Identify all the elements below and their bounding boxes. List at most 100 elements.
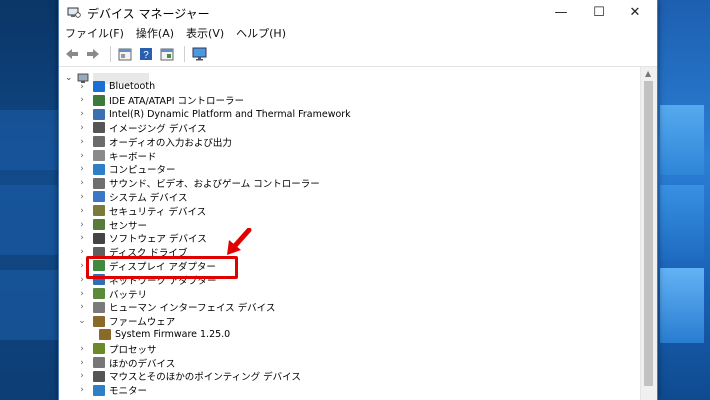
minimize-button[interactable]: — bbox=[543, 0, 579, 24]
title-bar[interactable]: デバイス マネージャー — ☐ ✕ bbox=[59, 0, 657, 24]
chevron-right-icon[interactable]: › bbox=[77, 385, 87, 395]
tree-item-label: プロセッサ bbox=[109, 344, 157, 356]
tree-item-label: Intel(R) Dynamic Platform and Thermal Fr… bbox=[109, 108, 351, 120]
tree-item-label: マウスとそのほかのポインティング デバイス bbox=[109, 372, 301, 384]
tree-category[interactable]: › ほかのデバイス bbox=[77, 356, 176, 370]
tree-category[interactable]: › プロセッサ bbox=[77, 342, 157, 356]
tree-item-label: System Firmware 1.25.0 bbox=[115, 329, 231, 341]
properties-icon[interactable] bbox=[116, 45, 134, 63]
menu-action[interactable]: 操作(A) bbox=[136, 25, 174, 41]
tree-item-label: イメージング デバイス bbox=[109, 123, 207, 135]
tree-category[interactable]: › モニター bbox=[77, 384, 147, 397]
chevron-right-icon[interactable]: › bbox=[77, 192, 87, 202]
svg-text:?: ? bbox=[143, 50, 149, 61]
chevron-right-icon[interactable]: › bbox=[77, 358, 87, 368]
chevron-right-icon[interactable]: › bbox=[77, 164, 87, 174]
tree-category[interactable]: › ソフトウェア デバイス bbox=[77, 232, 207, 245]
tree-category[interactable]: › マウスとそのほかのポインティング デバイス bbox=[77, 370, 301, 383]
tree-item-label: ソフトウェア デバイス bbox=[109, 234, 207, 246]
tree-item-label: コンピューター bbox=[109, 165, 176, 177]
sound-video-icon bbox=[93, 177, 105, 189]
tree-category[interactable]: › セキュリティ デバイス bbox=[77, 204, 207, 218]
details-icon[interactable] bbox=[158, 45, 176, 63]
maximize-button[interactable]: ☐ bbox=[581, 0, 617, 24]
menu-file[interactable]: ファイル(F) bbox=[65, 25, 124, 41]
vertical-scrollbar[interactable]: ▲ bbox=[640, 67, 657, 400]
tree-category[interactable]: › IDE ATA/ATAPI コントローラー bbox=[77, 94, 244, 107]
computer-icon bbox=[93, 163, 105, 175]
tree-category[interactable]: › センサー bbox=[77, 218, 148, 232]
camera-icon bbox=[93, 122, 105, 134]
tree-category[interactable]: › Intel(R) Dynamic Platform and Thermal F… bbox=[77, 108, 351, 121]
ide-controller-icon bbox=[93, 94, 105, 106]
tree-item-label: キーボード bbox=[109, 151, 157, 163]
close-button[interactable]: ✕ bbox=[617, 0, 653, 24]
scroll-up-icon[interactable]: ▲ bbox=[645, 69, 651, 78]
other-device-icon bbox=[93, 357, 105, 368]
chevron-right-icon[interactable]: › bbox=[77, 137, 87, 147]
chevron-right-icon[interactable]: › bbox=[77, 220, 87, 230]
tree-category[interactable]: › コンピューター bbox=[77, 163, 176, 176]
tree-item-label: ほかのデバイス bbox=[109, 358, 176, 370]
battery-icon bbox=[93, 288, 105, 299]
toolbar-separator bbox=[184, 46, 185, 62]
chevron-down-icon[interactable]: ⌄ bbox=[65, 73, 77, 83]
chevron-right-icon[interactable]: › bbox=[77, 206, 87, 216]
keyboard-icon bbox=[93, 150, 105, 161]
chevron-right-icon[interactable]: › bbox=[77, 151, 87, 161]
menu-help[interactable]: ヘルプ(H) bbox=[236, 25, 286, 41]
tree-item-label: ファームウェア bbox=[109, 317, 176, 329]
tree-item-label: Bluetooth bbox=[109, 81, 156, 92]
tree-child-item[interactable]: System Firmware 1.25.0 bbox=[89, 328, 230, 341]
software-device-icon bbox=[93, 232, 105, 244]
chevron-right-icon[interactable]: › bbox=[77, 247, 87, 257]
chevron-down-icon[interactable]: ⌄ bbox=[77, 316, 87, 326]
firmware-chip-icon bbox=[99, 329, 111, 341]
forward-arrow-icon[interactable] bbox=[84, 45, 102, 63]
hid-icon bbox=[93, 301, 105, 313]
desktop-background bbox=[650, 0, 710, 400]
arrow-icon bbox=[227, 228, 252, 255]
tree-category[interactable]: ⌄ ファームウェア bbox=[77, 315, 175, 328]
menu-view[interactable]: 表示(V) bbox=[186, 25, 224, 41]
chevron-right-icon[interactable]: › bbox=[77, 302, 87, 312]
tree-category[interactable]: › キーボード bbox=[77, 149, 157, 163]
firmware-icon bbox=[93, 315, 105, 327]
tree-item-label: IDE ATA/ATAPI コントローラー bbox=[109, 96, 245, 108]
chevron-right-icon[interactable]: › bbox=[77, 178, 87, 188]
chevron-right-icon[interactable]: › bbox=[77, 371, 87, 381]
mouse-icon bbox=[93, 370, 105, 382]
tree-category[interactable]: › サウンド、ビデオ、およびゲーム コントローラー bbox=[77, 177, 320, 190]
framework-icon bbox=[93, 108, 105, 120]
chevron-right-icon[interactable]: › bbox=[77, 109, 87, 119]
scroll-thumb[interactable] bbox=[644, 81, 653, 386]
tree-category[interactable]: › Bluetooth bbox=[77, 80, 155, 93]
tree-category[interactable]: › システム デバイス bbox=[77, 190, 187, 204]
back-arrow-icon[interactable] bbox=[63, 45, 81, 63]
tree-item-label: ヒューマン インターフェイス デバイス bbox=[109, 303, 276, 315]
tree-category[interactable]: › ヒューマン インターフェイス デバイス bbox=[77, 301, 275, 314]
chevron-right-icon[interactable]: › bbox=[77, 82, 87, 92]
chevron-right-icon[interactable]: › bbox=[77, 344, 87, 354]
help-icon[interactable]: ? bbox=[137, 45, 155, 63]
chevron-right-icon[interactable]: › bbox=[77, 123, 87, 133]
window-title: デバイス マネージャー bbox=[87, 7, 210, 21]
monitor-icon bbox=[93, 384, 105, 396]
processor-icon bbox=[93, 343, 105, 355]
tree-item-label: セキュリティ デバイス bbox=[109, 206, 207, 218]
device-manager-window: デバイス マネージャー — ☐ ✕ ファイル(F) 操作(A) 表示(V) ヘル… bbox=[58, 0, 658, 400]
toolbar: ? bbox=[59, 42, 657, 67]
tree-item-label: センサー bbox=[109, 220, 148, 232]
tree-category[interactable]: › バッテリ bbox=[77, 287, 148, 301]
monitor-icon[interactable] bbox=[190, 45, 208, 63]
tree-category[interactable]: › イメージング デバイス bbox=[77, 121, 207, 135]
chevron-right-icon[interactable]: › bbox=[77, 233, 87, 243]
tree-item-label: オーディオの入力および出力 bbox=[109, 137, 232, 149]
chevron-right-icon[interactable]: › bbox=[77, 289, 87, 299]
tree-item-label: バッテリ bbox=[109, 289, 148, 301]
chevron-right-icon[interactable]: › bbox=[77, 95, 87, 105]
tree-category[interactable]: › オーディオの入力および出力 bbox=[77, 135, 232, 149]
desktop-left bbox=[0, 0, 58, 400]
device-tree: ⌄ › Bluetooth › IDE ATA/ATAPI コントローラー › Intel… bbox=[59, 67, 641, 400]
menu-bar: ファイル(F) 操作(A) 表示(V) ヘルプ(H) bbox=[59, 24, 657, 42]
